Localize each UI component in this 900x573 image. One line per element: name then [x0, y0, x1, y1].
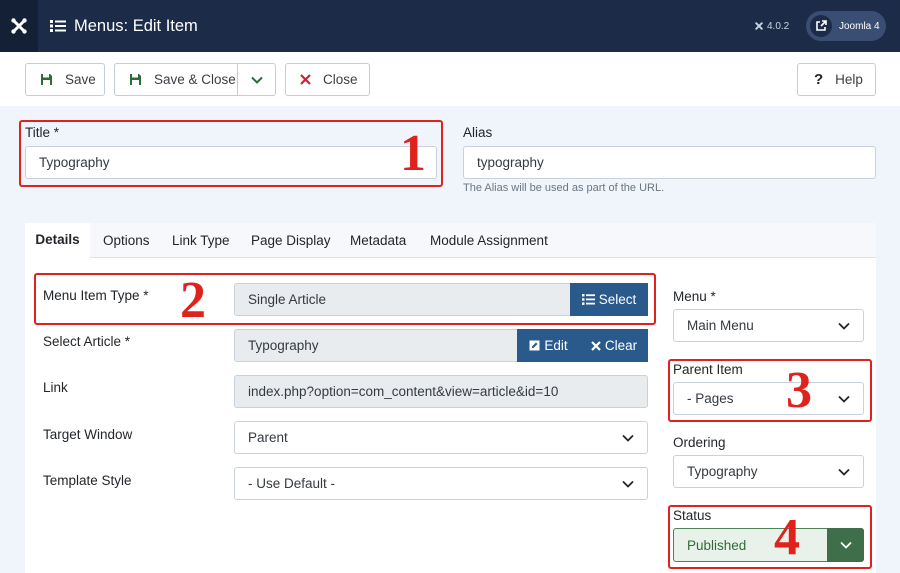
save-close-button[interactable]: Save & Close: [114, 63, 276, 96]
template-style-value: - Use Default -: [248, 476, 336, 491]
save-label: Save: [65, 72, 96, 87]
tab-page-display[interactable]: Page Display: [251, 223, 331, 258]
menu-value: Main Menu: [687, 318, 754, 333]
clear-article-button[interactable]: Clear: [580, 329, 648, 362]
template-style-select[interactable]: - Use Default -: [234, 467, 648, 500]
joomla-logo-icon[interactable]: [0, 0, 38, 52]
floppy-icon: [129, 73, 142, 86]
tab-module-assignment[interactable]: Module Assignment: [430, 223, 548, 258]
save-button[interactable]: Save: [25, 63, 105, 96]
edit-article-button[interactable]: Edit: [517, 329, 580, 362]
annotation-box-4: [668, 505, 872, 569]
chevron-down-icon: [250, 76, 263, 84]
page-title-text: Menus: Edit Item: [74, 16, 198, 35]
template-style-label: Template Style: [43, 473, 132, 488]
joomla-small-icon: [755, 22, 763, 30]
question-icon: ?: [814, 71, 824, 88]
chevron-down-icon: [609, 422, 647, 453]
annotation-number-3: 3: [786, 362, 812, 419]
tab-options[interactable]: Options: [103, 223, 150, 258]
link-label: Link: [43, 380, 68, 395]
annotation-number-4: 4: [774, 509, 800, 566]
header-bar: Menus: Edit Item 4.0.2 Joomla 4: [0, 0, 900, 52]
menu-select[interactable]: Main Menu: [673, 309, 864, 342]
chevron-down-icon: [825, 310, 863, 341]
list-icon: [50, 19, 66, 33]
annotation-box-2: [34, 273, 656, 325]
clear-button-label: Clear: [604, 338, 638, 353]
tab-metadata[interactable]: Metadata: [350, 223, 406, 258]
chevron-down-icon: [825, 456, 863, 487]
tab-link-type[interactable]: Link Type: [172, 223, 230, 258]
external-link-icon: [810, 15, 832, 37]
help-button[interactable]: ? Help: [797, 63, 876, 96]
ordering-value: Typography: [687, 464, 758, 479]
save-dropdown-toggle[interactable]: [237, 64, 275, 95]
target-window-label: Target Window: [43, 427, 133, 442]
edit-icon: [529, 340, 540, 351]
tab-bar: Details Options Link Type Page Display M…: [25, 223, 876, 259]
chevron-down-icon: [609, 468, 647, 499]
select-article-label: Select Article *: [43, 334, 131, 349]
target-window-value: Parent: [248, 430, 288, 445]
ordering-label: Ordering: [673, 435, 726, 450]
x-icon: [300, 74, 311, 85]
select-article-field: Typography: [234, 329, 524, 362]
link-field: index.php?option=com_content&view=articl…: [234, 375, 648, 408]
annotation-box-1: [19, 120, 443, 187]
site-button[interactable]: Joomla 4: [806, 11, 886, 41]
version-label: 4.0.2: [754, 0, 789, 52]
page-title: Menus: Edit Item: [50, 0, 198, 52]
edit-button-label: Edit: [544, 338, 568, 353]
annotation-number-1: 1: [400, 125, 426, 182]
close-button[interactable]: Close: [285, 63, 370, 96]
annotation-box-3: [668, 359, 872, 422]
alias-input[interactable]: typography: [463, 146, 876, 179]
ordering-select[interactable]: Typography: [673, 455, 864, 488]
tab-details[interactable]: Details: [25, 223, 90, 259]
annotation-number-2: 2: [180, 272, 206, 329]
alias-hint: The Alias will be used as part of the UR…: [463, 182, 665, 194]
site-button-label: Joomla 4: [839, 20, 880, 32]
toolbar: Save Save & Close Close ? Help: [0, 52, 900, 106]
x-icon: [591, 340, 601, 351]
alias-label: Alias: [463, 125, 493, 140]
version-text: 4.0.2: [767, 20, 790, 32]
save-close-label: Save & Close: [154, 72, 236, 87]
target-window-select[interactable]: Parent: [234, 421, 648, 454]
close-label: Close: [323, 72, 358, 87]
help-label: Help: [835, 72, 863, 87]
menu-label: Menu *: [673, 289, 716, 304]
floppy-icon: [40, 73, 53, 86]
